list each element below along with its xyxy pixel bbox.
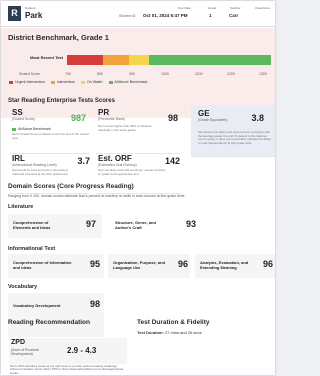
domain-name: Structure, Genre, and Author's Craft	[115, 220, 156, 230]
domains-title: Domain Scores (Core Progress Reading)	[8, 183, 134, 190]
benchmark-title: District Benchmark, Grade 1	[8, 33, 109, 42]
card-irl-sub: (Instructional Reading Level)	[12, 163, 57, 167]
card-pr-name: PR	[98, 108, 110, 117]
card-ge-sub: (Grade Equivalent)	[198, 118, 228, 122]
card-irl-value: 3.7	[77, 156, 90, 166]
domain-item: Analysis, Evaluation, and Extending Mean…	[195, 254, 275, 278]
legend-above: At/Above Benchmark	[108, 79, 147, 85]
benchmark-status: At/Above Benchmark	[12, 127, 51, 131]
card-ss-value: 987	[70, 113, 86, 123]
zpd-box: ZPD (Zone of Proximal Development) 2.9 -…	[9, 338, 127, 364]
benchmark-legend: Urgent Intervention Intervention On Watc…	[9, 79, 147, 85]
legend-intervention: Intervention	[50, 79, 75, 85]
domain-value: 95	[89, 259, 100, 269]
student-label: Student	[25, 6, 36, 10]
card-ge: GE (Grade Equivalent) 3.8 GE shows how N…	[191, 105, 275, 157]
domain-item: Comprehension of Elements and Ideas 97	[8, 214, 102, 238]
bar-above	[149, 55, 271, 65]
card-ge-name: GE	[198, 109, 210, 118]
bar-label: Most Recent Test	[30, 55, 63, 60]
card-irl-note: Nari would be best served by instruction…	[12, 168, 69, 176]
duration-line: Test Duration: 27 mins and 26 secs	[137, 330, 202, 335]
benchmark-status-label: At/Above Benchmark	[18, 127, 51, 131]
card-ss: SS (Scaled Score) 987 At/Above Benchmark…	[10, 108, 90, 154]
scale-label: Scaled Score	[19, 72, 40, 76]
domain-name: Organization, Purpose, and Language Use	[113, 260, 166, 270]
student-id-label: Student ID	[119, 14, 136, 18]
logo-icon: R	[8, 6, 21, 21]
group-literature: Literature	[8, 204, 34, 210]
legend-watch: On Watch	[81, 79, 103, 85]
tick-1100: 1100	[195, 72, 203, 76]
tick-1000: 1000	[161, 72, 169, 76]
report-header: R Student Park Student ID Test Date Oct …	[1, 1, 275, 27]
tick-800: 800	[97, 72, 103, 76]
domain-item: Vocabulary Development 98	[8, 293, 104, 317]
card-pr-note: Nari scored higher than 98% of students …	[98, 124, 152, 132]
benchmark-bar: Most Recent Test	[9, 53, 271, 67]
domain-name: Vocabulary Development	[13, 303, 61, 308]
card-ss-note: Nari's Scaled Score is based on the firs…	[12, 132, 89, 140]
domain-value: 97	[85, 219, 96, 229]
domain-item: Structure, Genre, and Author's Craft 93	[110, 214, 204, 238]
bar-intervention	[103, 55, 129, 65]
card-ge-note: GE shows how Nari's test performance com…	[198, 130, 272, 145]
card-orf-sub: (Estimated Oral Fluency)	[98, 163, 137, 167]
bar-urgent	[67, 55, 103, 65]
grade-label: Grade	[208, 6, 217, 10]
domain-value: 96	[177, 259, 188, 269]
group-vocabulary: Vocabulary	[8, 284, 38, 290]
domain-value: 96	[262, 259, 273, 269]
test-date-label: Test Date	[178, 6, 191, 10]
tick-1200: 1200	[227, 72, 235, 76]
domain-name: Comprehension of Elements and Ideas	[13, 220, 51, 230]
zpd-sub: (Zone of Proximal Development)	[11, 348, 39, 356]
domain-value: 98	[89, 299, 100, 309]
scale-axis: Scaled Score 700 800 900 1000 1100 1200 …	[9, 72, 271, 78]
card-irl-name: IRL	[12, 154, 25, 163]
bar-watch	[129, 55, 149, 65]
duration-label: Test Duration:	[137, 330, 164, 335]
test-date: Oct 01, 2024 6:47 PM	[143, 13, 188, 18]
card-pr-value: 98	[167, 113, 178, 123]
teacher-value: Carr	[229, 13, 239, 18]
tick-1300: 1300	[259, 72, 267, 76]
card-ss-name: SS	[12, 108, 23, 117]
domain-item: Organization, Purpose, and Language Use …	[108, 254, 190, 278]
enterprise-title: Star Reading Enterprise Tests Scores	[8, 98, 115, 104]
recommendation-title: Reading Recommendation	[8, 319, 90, 326]
card-pr-sub: (Percentile Rank)	[98, 117, 126, 121]
grade-value: 1	[209, 13, 212, 18]
duration-title: Test Duration & Fidelity	[137, 319, 210, 326]
domains-desc: Ranging from 0-100, domain scores estima…	[8, 194, 186, 198]
domain-name: Analysis, Evaluation, and Extending Mean…	[200, 260, 249, 270]
card-orf-value: 142	[164, 156, 180, 166]
card-orf-note: Nari can likely read 142 words per minut…	[98, 168, 166, 176]
zpd-note: Nari's ZPD identifies books at the right…	[10, 364, 124, 375]
legend-urgent: Urgent Intervention	[9, 79, 45, 85]
domain-value: 93	[185, 219, 196, 229]
tick-900: 900	[129, 72, 135, 76]
teacher-label: Teacher	[230, 6, 241, 10]
group-informational: Informational Text	[8, 246, 56, 252]
zpd-value: 2.9 - 4.3	[67, 346, 97, 355]
report-page: R Student Park Student ID Test Date Oct …	[1, 1, 275, 375]
card-ss-sub: (Scaled Score)	[12, 117, 36, 121]
tick-700: 700	[65, 72, 71, 76]
zpd-name: ZPD	[11, 339, 25, 346]
duration-value: 27 mins and 26 secs	[164, 330, 202, 335]
card-pr: PR (Percentile Rank) 98 Nari scored high…	[96, 108, 180, 154]
card-orf-name: Est. ORF	[98, 154, 132, 163]
card-ge-value: 3.8	[251, 113, 264, 123]
domain-name: Comprehension of Information and Ideas	[13, 260, 72, 270]
student-name: Park	[25, 11, 43, 20]
class-label: Class/Grou	[255, 6, 271, 10]
domain-item: Comprehension of Information and Ideas 9…	[8, 254, 104, 278]
